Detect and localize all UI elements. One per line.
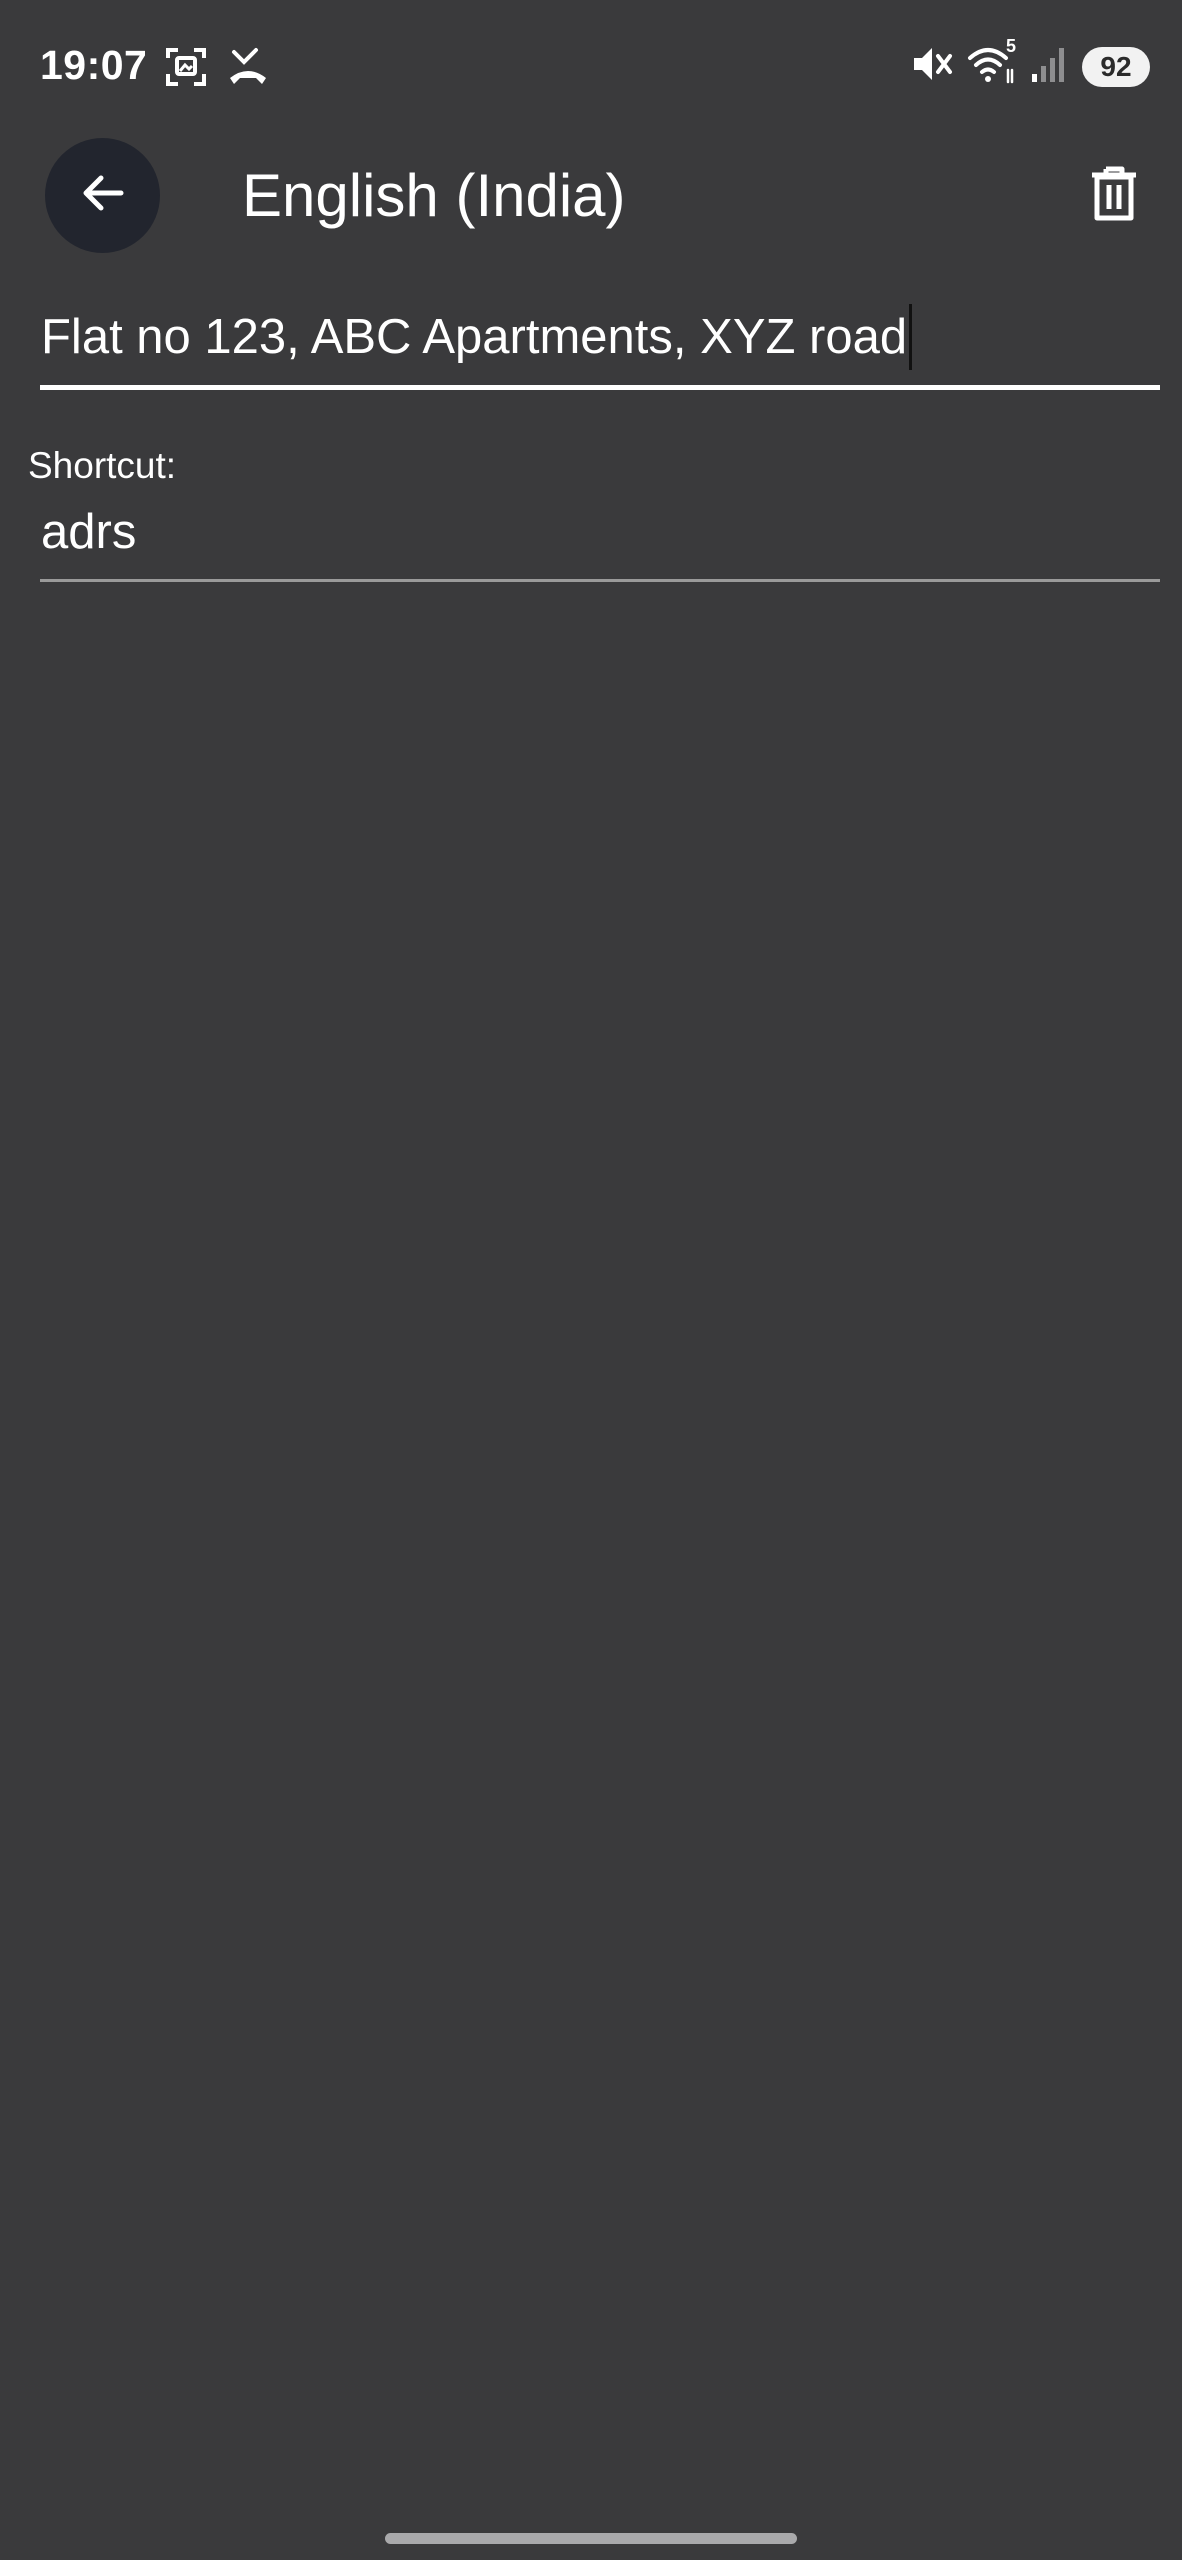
shortcut-label: Shortcut: [28, 445, 177, 486]
status-time: 19:07 [40, 42, 148, 88]
back-button[interactable] [45, 138, 160, 253]
wifi-badge: 5 [1005, 36, 1016, 56]
screenshot-icon [164, 44, 208, 93]
status-bar: 19:07 5 92 [0, 0, 1182, 130]
shortcut-input[interactable]: adrs [40, 498, 1160, 582]
arrow-left-icon [77, 167, 129, 224]
gesture-bar[interactable] [385, 2533, 797, 2544]
trash-icon [1089, 165, 1139, 228]
mute-icon [910, 42, 954, 91]
delete-button[interactable] [1084, 162, 1144, 230]
missed-call-icon [226, 44, 270, 93]
phrase-input[interactable]: Flat no 123, ABC Apartments, XYZ road [40, 298, 1160, 390]
wifi-icon: 5 [966, 36, 1018, 91]
battery-indicator: 92 [1082, 46, 1150, 87]
phrase-input-value: Flat no 123, ABC Apartments, XYZ road [41, 310, 908, 364]
page-title: English (India) [242, 162, 626, 229]
status-right-icons: 5 92 [910, 36, 1150, 91]
signal-icon [1030, 42, 1070, 91]
status-left-icons [164, 44, 270, 93]
shortcut-input-value: adrs [41, 505, 137, 559]
phrase-input-text: Flat no 123, ABC Apartments, XYZ road [41, 304, 913, 370]
text-cursor [909, 304, 913, 370]
battery-level: 92 [1100, 50, 1132, 82]
